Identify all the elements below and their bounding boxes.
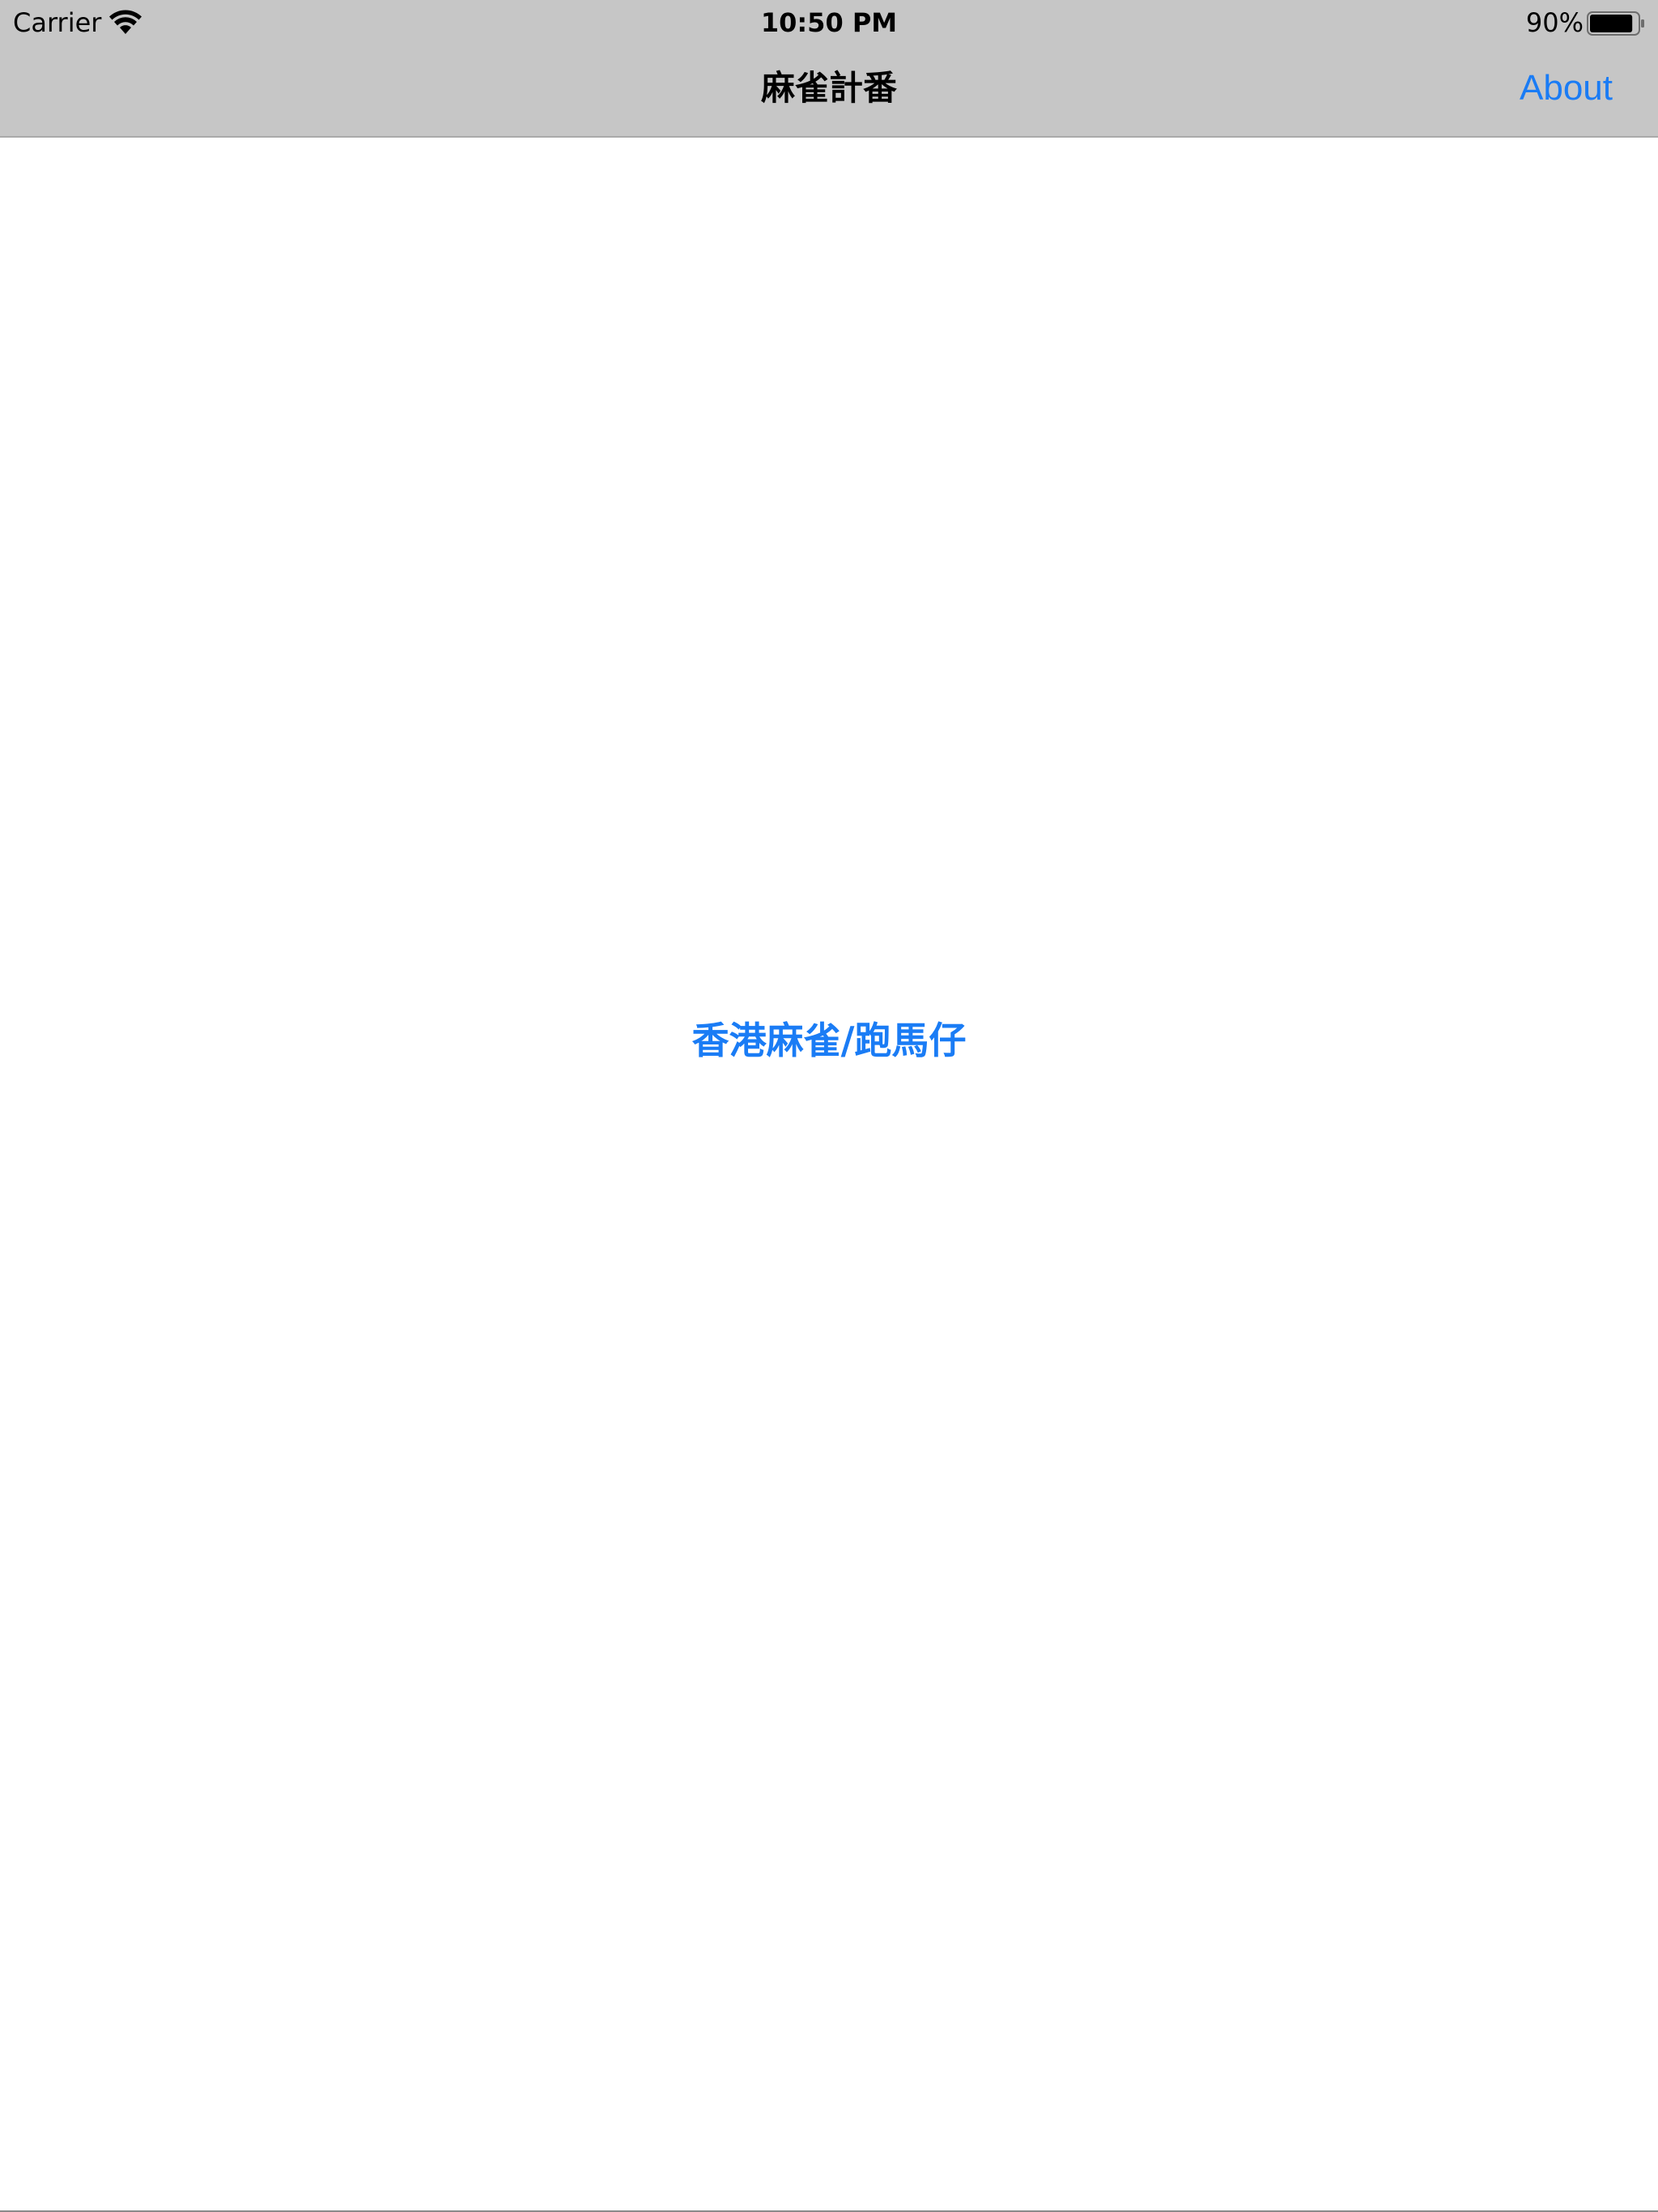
- battery-icon: [1587, 11, 1645, 36]
- status-bar: Carrier 10:50 PM 90%: [0, 0, 1658, 45]
- battery-percent: 90%: [1525, 7, 1584, 38]
- page-title: 麻雀計番: [760, 68, 897, 108]
- about-button[interactable]: About: [1520, 66, 1613, 110]
- status-time: 10:50 PM: [760, 7, 898, 38]
- app-screen: Carrier 10:50 PM 90% 麻雀計番 About 香港麻雀/跑馬仔: [0, 0, 1658, 2212]
- navigation-bar: 麻雀計番 About: [0, 45, 1658, 136]
- main-content: 香港麻雀/跑馬仔: [0, 138, 1658, 2210]
- top-bar: Carrier 10:50 PM 90% 麻雀計番 About: [0, 0, 1658, 138]
- hk-mahjong-button[interactable]: 香港麻雀/跑馬仔: [0, 1012, 1658, 1069]
